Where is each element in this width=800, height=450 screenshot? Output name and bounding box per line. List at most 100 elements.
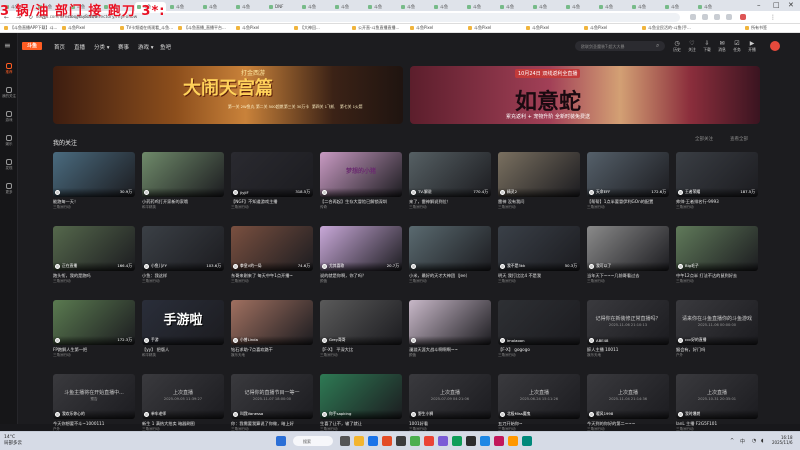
- sidebar-item[interactable]: 更多: [2, 183, 16, 195]
- stream-thumbnail[interactable]: 手游啦 手游: [142, 300, 224, 345]
- stream-card[interactable]: 上次直播 2025-06-24 15:11:26 北极Miss魔鬼 五刀开始你~ 三角洲…: [498, 374, 580, 431]
- search-icon[interactable]: ⌕: [656, 42, 659, 50]
- app-icon[interactable]: [382, 436, 392, 446]
- stream-card[interactable]: 172.3万 FP跑解人生第一把 三角洲行动: [53, 300, 135, 357]
- browser-tab[interactable]: 斗鱼: [465, 2, 496, 11]
- volume-icon[interactable]: ◖: [761, 438, 764, 444]
- nav-item[interactable]: 分类 ▾: [94, 43, 110, 51]
- sidebar-item[interactable]: 游戏: [2, 111, 16, 123]
- topnav-开播[interactable]: ▶ 开播: [745, 40, 759, 52]
- app-icon[interactable]: [494, 436, 504, 446]
- profile-icon[interactable]: [740, 14, 746, 20]
- stream-card[interactable]: Grey哥哥 【F-X】 平深大比 三角洲行动: [320, 300, 402, 357]
- app-icon[interactable]: [522, 436, 532, 446]
- stream-thumbnail[interactable]: imolaoon: [498, 300, 580, 345]
- nav-item[interactable]: 首页: [54, 43, 65, 51]
- browser-tab[interactable]: 斗鱼: [663, 2, 694, 11]
- stream-thumbnail[interactable]: 正在直播 166.4万: [53, 226, 135, 271]
- stream-thumbnail[interactable]: 我不是3kk 50.3万: [498, 226, 580, 271]
- bookmark-item[interactable]: 斗鱼Pixel: [62, 25, 85, 31]
- banner-ruyi-she[interactable]: 10月24日 双线返利全直播 如意蛇 累充返利 + 宠物升阶 全新时装免费送: [410, 66, 760, 124]
- stream-card[interactable]: 拳皇V的一局 74.6万 东哥来刚来了 每天中午1点开播~ 三角洲行动: [231, 226, 313, 283]
- stream-thumbnail[interactable]: 30.9万: [53, 152, 135, 197]
- nav-item[interactable]: 赛事: [118, 43, 129, 51]
- browser-tab[interactable]: 斗鱼: [696, 2, 727, 11]
- stream-thumbnail[interactable]: 记得你在新装修正常直播吗？ 2025-11-06 21:10:13 ABE48: [587, 300, 669, 345]
- stream-thumbnail[interactable]: 上次直播 2025-11-04 21:14:36 暖风1998: [587, 374, 669, 419]
- stream-card[interactable]: 漫游天涯大战斗啊啊啊~~ 颜值: [409, 300, 491, 357]
- stream-thumbnail[interactable]: [409, 226, 491, 271]
- extension-icon[interactable]: [690, 14, 696, 20]
- sidebar-item[interactable]: 娱乐: [2, 135, 16, 147]
- app-icon[interactable]: [410, 436, 420, 446]
- stream-card[interactable]: 小鱼儿FY 103.6万 小鱼：我这样 三角洲行动: [142, 226, 224, 283]
- stream-thumbnail[interactable]: 请来你在斗鱼直播你的斗鱼游戏 2025-11-06 00:00:00 ccc好的直播: [676, 300, 758, 345]
- weather-widget[interactable]: 14°C 局部多云: [4, 435, 22, 446]
- topnav-下载[interactable]: ⇩ 下载: [700, 40, 714, 52]
- sidebar-item[interactable]: 推荐: [2, 63, 16, 75]
- stream-card[interactable]: 上次直播 2025-11-04 21:14:36 暖风1998 今天到的你好的第二~~…: [587, 374, 669, 431]
- section-link-all-follow[interactable]: 全部关注: [695, 136, 713, 142]
- bookmark-item[interactable]: 【斗鱼直播APP下载】斗...: [4, 25, 57, 31]
- extension-icon[interactable]: [702, 14, 708, 20]
- ime-lang[interactable]: 中: [740, 438, 745, 445]
- stream-card[interactable]: 记得你的直播节目一等一 2025-11-07 18:00:00 叫我Vanessa 你…: [231, 374, 313, 431]
- stream-card[interactable]: 上次直播 2025-10-31 20:35:01 我时爆燃 lanL 主播 F2G5F…: [676, 374, 758, 431]
- browser-tab[interactable]: 斗鱼: [333, 2, 364, 11]
- stream-thumbnail[interactable]: 小鱼儿FY 103.6万: [142, 226, 224, 271]
- browser-tab[interactable]: 斗鱼: [531, 2, 562, 11]
- stream-card[interactable]: 精灵2 雷神 没有我问 三角洲行动: [498, 152, 580, 209]
- extension-icon[interactable]: [726, 14, 732, 20]
- bookmark-item[interactable]: 【大神回...: [294, 25, 320, 31]
- browser-tab[interactable]: 斗鱼: [432, 2, 463, 11]
- stream-card[interactable]: 小药药鸡打开家新的家哦 和平精英: [142, 152, 224, 209]
- bookmark-item[interactable]: 斗鱼Pixel: [584, 25, 607, 31]
- stream-card[interactable]: 记得你在新装修正常直播吗？ 2025-11-06 21:10:13 ABE48 醉人主…: [587, 300, 669, 357]
- sidebar-item[interactable]: 我的关注: [2, 87, 16, 99]
- chrome-icon[interactable]: [424, 436, 434, 446]
- stream-thumbnail[interactable]: 你手sapking: [320, 374, 402, 419]
- browser-tab[interactable]: 斗鱼: [399, 2, 430, 11]
- app-icon[interactable]: [466, 436, 476, 446]
- maximize-icon[interactable]: □: [773, 1, 780, 9]
- site-logo[interactable]: 斗鱼: [22, 42, 42, 50]
- stream-thumbnail[interactable]: jiyjiF 318.5万: [231, 152, 313, 197]
- stream-card[interactable]: 斗鱼主播将在开始直播中... 预告 我欢乐你心的 今天你想要不斗~1000111 户外: [53, 374, 135, 431]
- bookmark-item[interactable]: 斗鱼Pixel: [236, 25, 259, 31]
- app-icon[interactable]: [480, 436, 490, 446]
- nav-item[interactable]: 直播: [74, 43, 85, 51]
- taskbar-search[interactable]: 搜索: [293, 436, 333, 446]
- stream-card[interactable]: jiyjiF 318.5万 【NGF】不知道游戏主播 三角洲行动: [231, 152, 313, 209]
- menu-dots-icon[interactable]: ⋮: [770, 14, 776, 21]
- stream-thumbnail[interactable]: Grey哥哥: [320, 300, 402, 345]
- task-view-icon[interactable]: [340, 436, 350, 446]
- browser-tab[interactable]: 斗鱼: [498, 2, 529, 11]
- stream-thumbnail[interactable]: 拳皇V的一局 74.6万: [231, 226, 313, 271]
- stream-card[interactable]: Big毛子 中午12点半 打法不达的鼠到好去 三角洲行动: [676, 226, 758, 283]
- topnav-任务[interactable]: ☑ 任务: [730, 40, 744, 52]
- stream-card[interactable]: imolaoon 【F-X】 gogogo 三角洲行动: [498, 300, 580, 357]
- stream-thumbnail[interactable]: 记得你的直播节目一等一 2025-11-07 18:00:00 叫我Vanessa: [231, 374, 313, 419]
- close-icon[interactable]: ✕: [788, 1, 794, 9]
- extension-icon[interactable]: [714, 14, 720, 20]
- browser-tab[interactable]: 斗鱼: [168, 2, 199, 11]
- browser-tab[interactable]: 斗鱼: [201, 2, 232, 11]
- stream-thumbnail[interactable]: 梦想的小猪: [320, 152, 402, 197]
- stream-card[interactable]: 小米，最好的天才大神团（Jee） 三角洲行动: [409, 226, 491, 283]
- stream-card[interactable]: 30.9万 能跑每一天！ 三角洲行动: [53, 152, 135, 209]
- stream-thumbnail[interactable]: 尤其喜歌 20.7万: [320, 226, 402, 271]
- browser-tab[interactable]: 斗鱼: [630, 2, 661, 11]
- stream-thumbnail[interactable]: Big毛子: [676, 226, 758, 271]
- stream-card[interactable]: 手游啦 手游 【yy】 把版人 和平精英: [142, 300, 224, 357]
- app-icon[interactable]: [438, 436, 448, 446]
- file-explorer-icon[interactable]: [354, 436, 364, 446]
- stream-thumbnail[interactable]: 上次直播 2025-10-31 20:35:01 我时爆燃: [676, 374, 758, 419]
- nav-item[interactable]: 游戏 ▾: [138, 43, 154, 51]
- edge-icon[interactable]: [368, 436, 378, 446]
- bookmark-item[interactable]: 斗鱼Pixel: [526, 25, 549, 31]
- stream-card[interactable]: 王者荣耀 187.5万 帅帅·王者排名行-9993 三角洲行动: [676, 152, 758, 209]
- nav-item[interactable]: 鱼吧: [160, 43, 171, 51]
- stream-card[interactable]: 你手sapking 生喜了让不，输了就让 三角洲行动: [320, 374, 402, 431]
- wifi-icon[interactable]: ◔: [752, 438, 756, 444]
- stream-thumbnail[interactable]: [142, 152, 224, 197]
